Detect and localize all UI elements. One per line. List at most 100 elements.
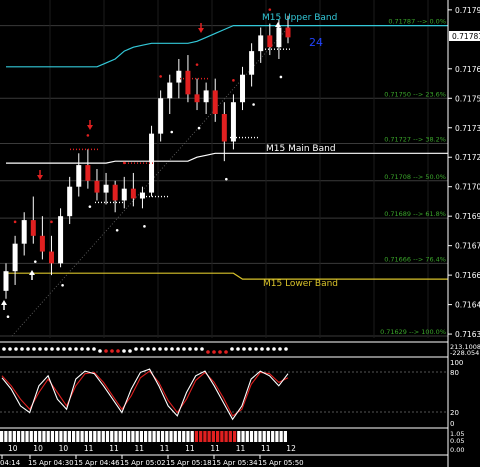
candle-body[interactable]: [130, 188, 136, 199]
main-band-label: M15 Main Band: [266, 144, 336, 154]
candle-body[interactable]: [67, 186, 73, 217]
indicator1-dot: [122, 349, 126, 353]
price-tick-label: 0.71675: [455, 242, 480, 251]
strip-bar: [194, 431, 199, 442]
candle-body[interactable]: [21, 220, 27, 244]
indicator1-dot: [56, 347, 60, 351]
price-tick-label: 0.71735: [455, 124, 480, 133]
indicator1-dot: [212, 350, 216, 354]
candle-body[interactable]: [194, 94, 200, 103]
strip-bar: [101, 431, 105, 442]
strip-bar: [279, 431, 283, 442]
strip-bar: [93, 431, 97, 442]
strip-bar: [258, 431, 262, 442]
indicator1-dot: [218, 350, 222, 354]
indicator1-dot: [74, 347, 78, 351]
strip-bar: [177, 431, 182, 442]
candle-body[interactable]: [103, 184, 109, 193]
candle-body[interactable]: [12, 243, 18, 272]
price-tick-label: 0.71660: [455, 271, 480, 280]
signal-dot: [86, 134, 90, 137]
strip-bar: [131, 431, 135, 442]
candle-body[interactable]: [121, 188, 127, 201]
candle-body[interactable]: [249, 51, 255, 75]
strip-bar: [88, 431, 93, 442]
indicator1-dot: [266, 347, 270, 351]
indicator1-dot: [164, 347, 168, 351]
indicator1-dot: [104, 349, 108, 353]
candle-body[interactable]: [58, 216, 64, 264]
indicator1-dot: [8, 347, 12, 351]
stoch-axis-100: 100: [450, 359, 463, 367]
fib-level-label: 0.71629 --> 100.0%: [380, 328, 446, 336]
strip-bar: [21, 431, 25, 442]
indicator1-dot: [260, 347, 264, 351]
candle-body[interactable]: [30, 220, 36, 236]
signal-dot: [252, 103, 255, 106]
price-tick-label: 0.71750: [455, 94, 480, 103]
candle-body[interactable]: [185, 70, 191, 95]
candle-body[interactable]: [240, 74, 246, 103]
candle-body[interactable]: [267, 35, 273, 48]
hour-label: 12: [286, 444, 296, 453]
hour-label: 10: [59, 444, 69, 453]
strip-bar: [42, 431, 46, 442]
signal-dot: [143, 225, 146, 228]
candle-body[interactable]: [112, 184, 118, 201]
strip-bar: [110, 431, 114, 442]
strip-bar: [25, 431, 29, 442]
strip-bar: [0, 431, 4, 442]
indicator1-dot: [146, 347, 150, 351]
strip-bar: [245, 431, 249, 442]
indicator1-dot: [86, 347, 90, 351]
indicator1-dot: [134, 347, 138, 351]
candle-body[interactable]: [48, 251, 54, 264]
indicator1-dot: [278, 347, 282, 351]
candle-body[interactable]: [3, 271, 9, 291]
time-tick-label: 15 Apr 05:02: [120, 459, 166, 467]
strip-bar: [283, 431, 287, 442]
indicator1-dot: [158, 347, 162, 351]
fib-level-label: 0.71708 --> 50.0%: [384, 173, 446, 181]
candle-body[interactable]: [221, 114, 227, 142]
bar-counter: 24: [309, 36, 323, 49]
hour-label: 11: [135, 444, 145, 453]
strip-bar: [241, 431, 245, 442]
candle-body[interactable]: [85, 165, 91, 181]
indicator1-dot: [110, 349, 114, 353]
hour-label: 11: [185, 444, 195, 453]
candle-body[interactable]: [285, 27, 291, 38]
strip-bar: [266, 431, 271, 442]
candle-body[interactable]: [158, 98, 164, 134]
fib-level-label: 0.71666 --> 76.4%: [384, 255, 446, 263]
strip-bar: [211, 431, 215, 442]
time-tick-label: 04:14: [0, 459, 21, 467]
candle-body[interactable]: [176, 70, 182, 83]
candle-body[interactable]: [94, 180, 100, 193]
candle-body[interactable]: [230, 102, 236, 142]
strip-bar: [16, 431, 21, 442]
candle-body[interactable]: [212, 90, 218, 114]
candle-body[interactable]: [139, 192, 145, 199]
upper-band-label: M15 Upper Band: [262, 13, 337, 23]
strip-bar: [148, 431, 152, 442]
hour-label: 11: [236, 444, 246, 453]
candle-body[interactable]: [203, 90, 209, 103]
indicator1-dot: [26, 347, 30, 351]
indicator1-dot: [128, 349, 132, 353]
signal-dot: [50, 220, 53, 224]
strip-bar: [275, 431, 279, 442]
candle-body[interactable]: [276, 27, 282, 48]
candle-body[interactable]: [76, 165, 82, 187]
strip-bar: [97, 431, 101, 442]
signal-dot: [61, 283, 64, 287]
fib-level-label: 0.71750 --> 23.6%: [384, 90, 446, 98]
strip-bar: [84, 431, 88, 442]
hour-label: 10: [8, 444, 18, 453]
candle-body[interactable]: [39, 235, 45, 252]
chart-window[interactable]: 0.71787 --> 0.0% 0.71750 --> 23.6% 0.71727…: [0, 0, 480, 467]
strip-bar: [4, 431, 8, 442]
candle-body[interactable]: [167, 82, 173, 99]
time-tick-label: 15 Apr 04:30: [28, 459, 74, 467]
indicator1-dot: [248, 347, 252, 351]
